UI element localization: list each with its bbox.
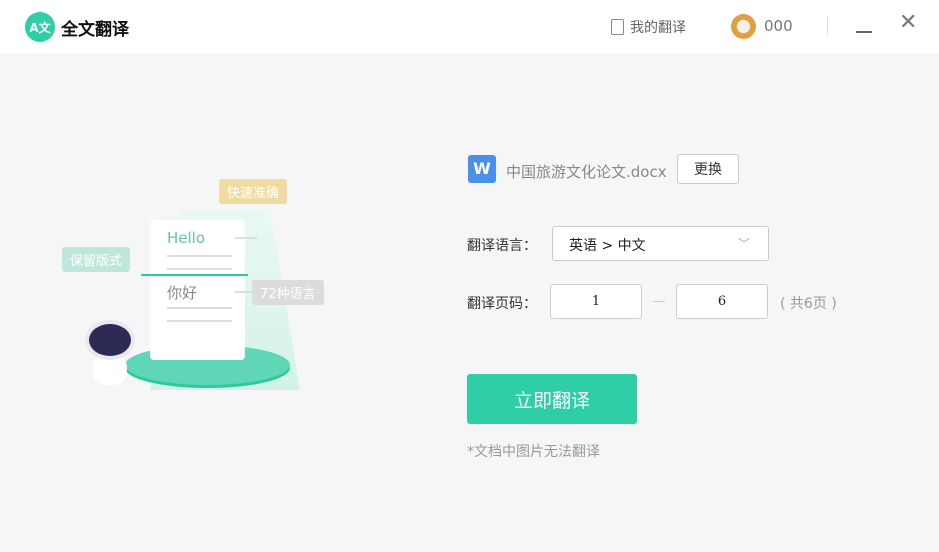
avatar[interactable]	[731, 14, 756, 39]
illustration: Hello 你好 快速准确 保留版式 72种语言	[55, 175, 345, 415]
image-note: *文档中图片无法翻译	[467, 444, 600, 460]
hello-text: Hello	[167, 229, 206, 247]
total-pages: ( 共6页 )	[780, 296, 837, 312]
username[interactable]: 000	[764, 17, 793, 35]
app-title: 全文翻译	[61, 20, 129, 40]
my-translations-link[interactable]: 我的翻译	[611, 17, 686, 37]
scan-line	[141, 274, 248, 276]
my-translations-label: 我的翻译	[630, 20, 686, 36]
robot-head	[85, 320, 135, 360]
tag-fast: 快速准确	[219, 179, 288, 204]
close-button[interactable]: ✕	[899, 10, 917, 35]
pages-label: 翻译页码：	[467, 296, 537, 312]
change-file-button[interactable]: 更换	[677, 154, 739, 184]
page-from-input[interactable]	[550, 284, 642, 319]
tag-languages: 72种语言	[252, 280, 324, 305]
paper-line	[235, 237, 257, 239]
translate-now-button[interactable]: 立即翻译	[467, 374, 637, 424]
word-file-icon: W	[468, 155, 496, 183]
divider	[827, 17, 828, 35]
file-name: 中国旅游文化论文.docx	[506, 163, 667, 181]
page-to-input[interactable]	[676, 284, 768, 319]
chevron-down-icon: ﹀	[737, 237, 750, 251]
paper-line	[167, 320, 232, 322]
tag-layout: 保留版式	[62, 247, 131, 272]
range-dash	[653, 301, 665, 302]
paper-line	[167, 255, 232, 257]
document-history-icon	[611, 19, 624, 35]
title-bar: A文 全文翻译 我的翻译 000 ✕	[0, 0, 939, 53]
language-label: 翻译语言：	[467, 238, 537, 254]
paper-line	[167, 268, 232, 270]
language-value: 英语 > 中文	[569, 238, 646, 254]
app-logo-icon: A文	[25, 12, 55, 42]
minimize-button[interactable]	[856, 31, 872, 33]
nihao-text: 你好	[167, 284, 198, 302]
paper-line	[167, 307, 232, 309]
language-select[interactable]: 英语 > 中文 ﹀	[552, 226, 769, 261]
